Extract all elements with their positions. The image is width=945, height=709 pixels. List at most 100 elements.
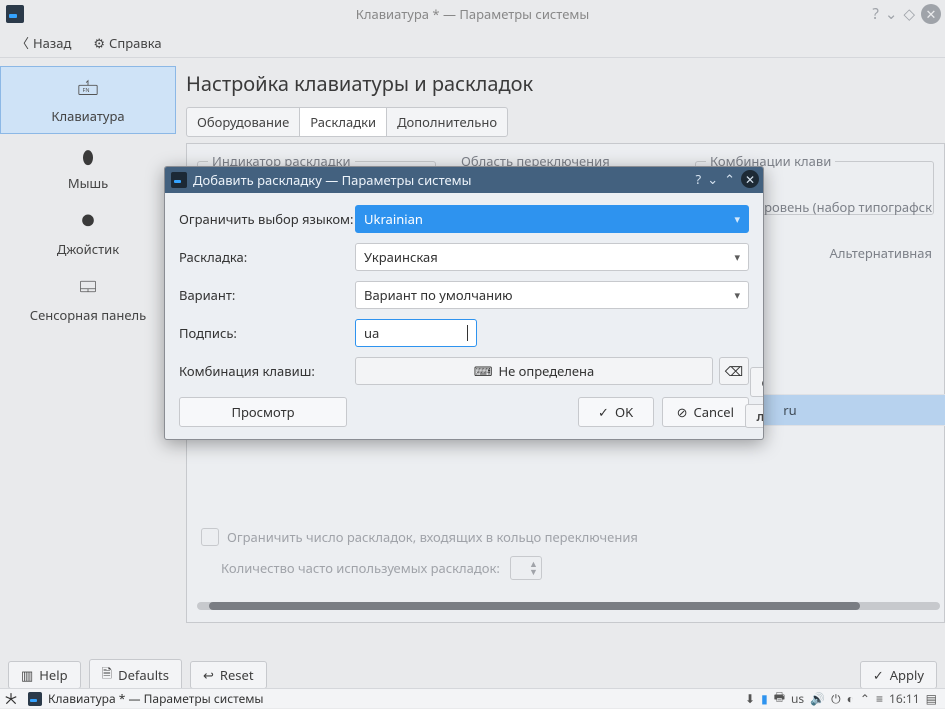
preview-button-fragment[interactable]: отр [750, 367, 764, 397]
touchpad-icon [74, 274, 102, 302]
tray-chevron-up-icon[interactable]: ⌃ [860, 690, 870, 707]
shortcut-button[interactable]: ⌨ Не определена [355, 357, 713, 385]
dialog-title: Добавить раскладку — Параметры системы [193, 171, 472, 189]
maximize-icon[interactable]: ◇ [903, 4, 915, 24]
layout-value: Украинская [364, 248, 438, 266]
language-label: Ограничить выбор языком: [179, 210, 355, 228]
tab-hardware[interactable]: Оборудование [187, 108, 300, 136]
help-label: Справка [109, 34, 162, 52]
tray-network-icon[interactable]: ⏻ [831, 690, 841, 707]
svg-text:FN: FN [83, 86, 90, 94]
tray-panel-icon[interactable]: ▤ [926, 690, 937, 707]
tab-layouts[interactable]: Раскладки [300, 108, 387, 136]
count-spinner[interactable]: ▲▼ [510, 556, 542, 580]
tray-clipboard-icon[interactable]: ▮ [761, 690, 768, 707]
count-row: Количество часто используемых раскладок:… [221, 556, 542, 580]
dialog-close-icon[interactable]: ✕ [741, 170, 759, 188]
sidebar-item-label: Клавиатура [51, 107, 124, 125]
joystick-icon [74, 208, 102, 236]
tray-menu-icon[interactable]: ≡ [876, 690, 883, 707]
page-title: Настройка клавиатуры и раскладок [186, 70, 945, 97]
window-title: Клавиатура * — Параметры системы [356, 5, 590, 23]
help-icon[interactable]: ? [872, 4, 879, 24]
tab-advanced[interactable]: Дополнительно [387, 108, 507, 136]
count-label: Количество часто используемых раскладок: [221, 559, 500, 577]
window-titlebar: Клавиатура * — Параметры системы ? ⌄ ◇ ✕ [0, 0, 945, 28]
document-icon: 🗎 [102, 664, 112, 687]
chevron-down-icon: ▾ [734, 288, 740, 303]
variant-combo[interactable]: Вариант по умолчанию ▾ [355, 281, 749, 309]
chevron-down-icon: ▾ [734, 250, 740, 265]
dialog-titlebar[interactable]: Добавить раскладку — Параметры системы ?… [165, 167, 763, 193]
variant-label: Вариант: [179, 286, 355, 304]
language-value: Ukrainian [364, 210, 423, 228]
text-cursor-icon [467, 325, 468, 341]
taskbar: Клавиатура * — Параметры системы ⬇ ▮ 🖶 u… [0, 688, 945, 708]
horizontal-scrollbar[interactable] [197, 602, 940, 616]
shortcut-label: Комбинация клавиш: [179, 362, 355, 380]
cancel-button[interactable]: ⊘ Cancel [662, 397, 749, 427]
undo-icon: ↩ [203, 666, 214, 684]
caption-input[interactable]: ua [355, 319, 477, 347]
system-tray: ⬇ ▮ 🖶 us 🔊 ⏻ ◐ ⌃ ≡ 16:11 ▤ [737, 688, 945, 709]
gear-icon: ⚙ [93, 34, 105, 52]
layout-label: Раскладка: [179, 248, 355, 266]
alt-label: Альтернативная [830, 244, 932, 262]
task-label: Клавиатура * — Параметры системы [48, 690, 264, 707]
sidebar-item-mouse[interactable]: Мышь [0, 134, 176, 200]
tray-update-icon[interactable]: ⬇ [745, 690, 755, 707]
taskbar-entry[interactable]: Клавиатура * — Параметры системы [22, 690, 270, 707]
add-layout-dialog: Добавить раскладку — Параметры системы ?… [164, 166, 764, 440]
back-label: Назад [33, 34, 71, 52]
sidebar-item-label: Джойстик [57, 240, 119, 258]
minimize-icon[interactable]: ⌄ [885, 4, 898, 24]
preview-button[interactable]: Просмотр [179, 397, 347, 427]
tray-volume-icon[interactable]: 🔊 [810, 690, 825, 707]
clear-shortcut-button[interactable]: ⌫ [719, 357, 749, 385]
back-button[interactable]: 〈 Назад [10, 29, 77, 56]
sidebar-item-label: Сенсорная панель [30, 306, 146, 324]
reset-button[interactable]: ↩ Reset [190, 661, 267, 689]
help-button-footer[interactable]: ▥ Help [8, 661, 81, 689]
dialog-min-icon[interactable]: ⌄ [707, 170, 718, 188]
caption-value: ua [364, 324, 379, 342]
sidebar: FN Клавиатура Мышь Джойстик Сенсорная па… [0, 58, 176, 662]
kde-menu-icon[interactable] [0, 689, 22, 709]
mouse-icon [74, 142, 102, 170]
dialog-max-icon[interactable]: ⌃ [724, 170, 735, 188]
level-label: уровень (набор типографск [758, 198, 933, 216]
help-book-icon: ▥ [21, 666, 33, 684]
tray-battery-icon[interactable]: ◐ [847, 690, 854, 707]
keyboard-icon: FN [74, 75, 102, 103]
tray-layout-indicator[interactable]: us [791, 690, 804, 707]
dialog-help-icon[interactable]: ? [696, 170, 702, 188]
tray-printer-icon[interactable]: 🖶 [774, 688, 785, 709]
language-combo[interactable]: Ukrainian ▾ [355, 205, 749, 233]
sidebar-item-label: Мышь [68, 174, 108, 192]
tray-clock[interactable]: 16:11 [889, 690, 920, 707]
defaults-button[interactable]: 🗎 Defaults [89, 659, 182, 692]
limit-row: Ограничить число раскладок, входящих в к… [201, 528, 638, 546]
tab-bar: Оборудование Раскладки Дополнительно [186, 107, 508, 137]
caption-label: Подпись: [179, 324, 355, 342]
app-icon [6, 5, 24, 23]
check-icon: ✓ [873, 666, 884, 684]
scrollbar-thumb[interactable] [209, 602, 860, 610]
close-icon[interactable]: ✕ [921, 4, 941, 24]
task-app-icon [28, 692, 42, 706]
check-icon: ✓ [598, 403, 609, 421]
dialog-app-icon [171, 172, 187, 188]
sidebar-item-keyboard[interactable]: FN Клавиатура [0, 66, 176, 134]
keyboard-icon: ⌨ [474, 362, 493, 380]
sidebar-item-joystick[interactable]: Джойстик [0, 200, 176, 266]
sidebar-item-touchpad[interactable]: Сенсорная панель [0, 266, 176, 332]
chevron-left-icon: 〈 [16, 33, 29, 52]
limit-checkbox[interactable] [201, 528, 219, 546]
shortcut-value: Не определена [498, 362, 594, 380]
help-button[interactable]: ⚙ Справка [87, 30, 167, 56]
spinner-arrows-icon: ▲▼ [529, 560, 538, 576]
layout-combo[interactable]: Украинская ▾ [355, 243, 749, 271]
ok-button[interactable]: ✓ OK [578, 397, 654, 427]
backspace-icon: ⌫ [725, 362, 743, 380]
apply-button[interactable]: ✓ Apply [860, 661, 937, 689]
